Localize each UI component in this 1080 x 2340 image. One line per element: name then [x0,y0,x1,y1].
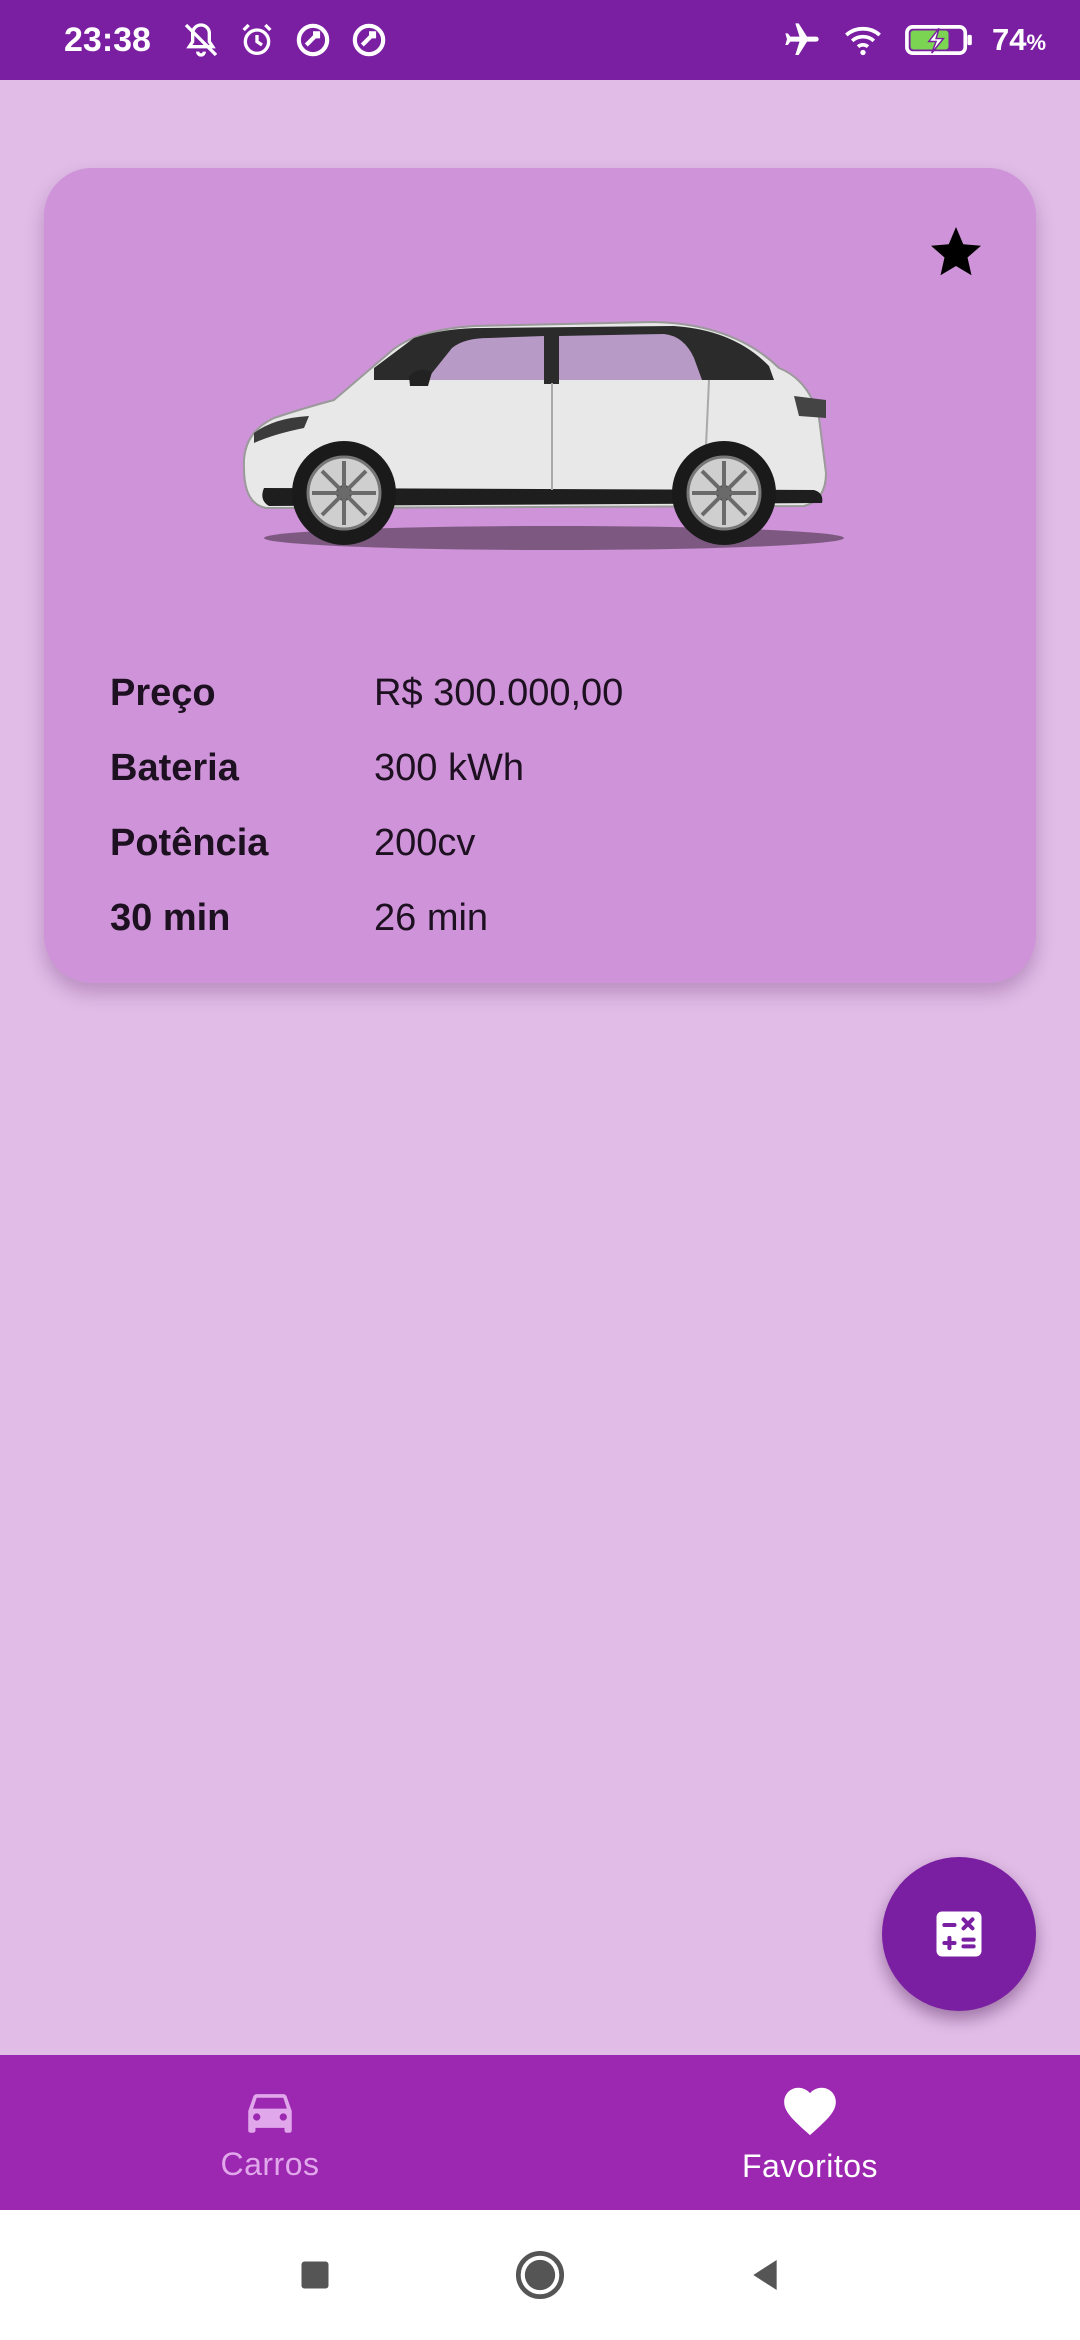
square-icon [301,2261,329,2289]
spec-row-recharge: 30 min 26 min [110,881,996,956]
heart-icon [784,2087,836,2136]
data-saver-icon [296,23,330,57]
car-icon [248,2094,292,2133]
wifi-icon [845,26,881,56]
home-button[interactable] [510,2210,570,2340]
airplane-icon [785,23,819,55]
nav-label: Carros [220,2146,320,2182]
spec-row-battery: Bateria 300 kWh [110,731,996,806]
spec-label: 30 min [110,897,231,939]
spec-value: 26 min [374,897,489,939]
nav-item-carros[interactable]: Carros [0,2055,540,2210]
spec-value: 200cv [374,822,476,864]
status-bar: 23:38 74% [0,0,1080,80]
star-icon [931,227,981,276]
spec-label: Potência [110,822,269,864]
calculator-icon [936,1911,982,1957]
recents-button[interactable] [285,2210,345,2340]
back-triangle-icon [753,2260,777,2290]
spec-label: Preço [110,672,216,714]
spec-value: 300 kWh [374,747,524,789]
car-card[interactable]: Preço R$ 300.000,00 Bateria 300 kWh Potê… [44,168,1036,983]
car-image [242,320,844,550]
spec-list: Preço R$ 300.000,00 Bateria 300 kWh Potê… [110,656,996,956]
circle-icon [515,2250,565,2300]
status-left: 23:38 [64,20,389,60]
battery-charging-icon [905,25,972,55]
nav-item-favoritos[interactable]: Favoritos [540,2055,1080,2210]
data-saver-icon [352,23,386,57]
calculator-fab[interactable] [882,1857,1036,2011]
bottom-navigation: Carros Favoritos [0,2055,1080,2210]
status-right: 74% [782,20,1046,60]
bell-off-icon [184,23,218,57]
status-time: 23:38 [64,20,151,59]
spec-row-price: Preço R$ 300.000,00 [110,656,996,731]
back-button[interactable] [735,2210,795,2340]
spec-value: R$ 300.000,00 [374,672,624,714]
spec-label: Bateria [110,747,239,789]
battery-percent: 74% [991,22,1046,57]
spec-row-power: Potência 200cv [110,806,996,881]
system-navigation-bar [0,2210,1080,2340]
alarm-icon [242,23,272,56]
nav-label: Favoritos [741,2148,879,2184]
favorite-button[interactable] [920,216,992,288]
